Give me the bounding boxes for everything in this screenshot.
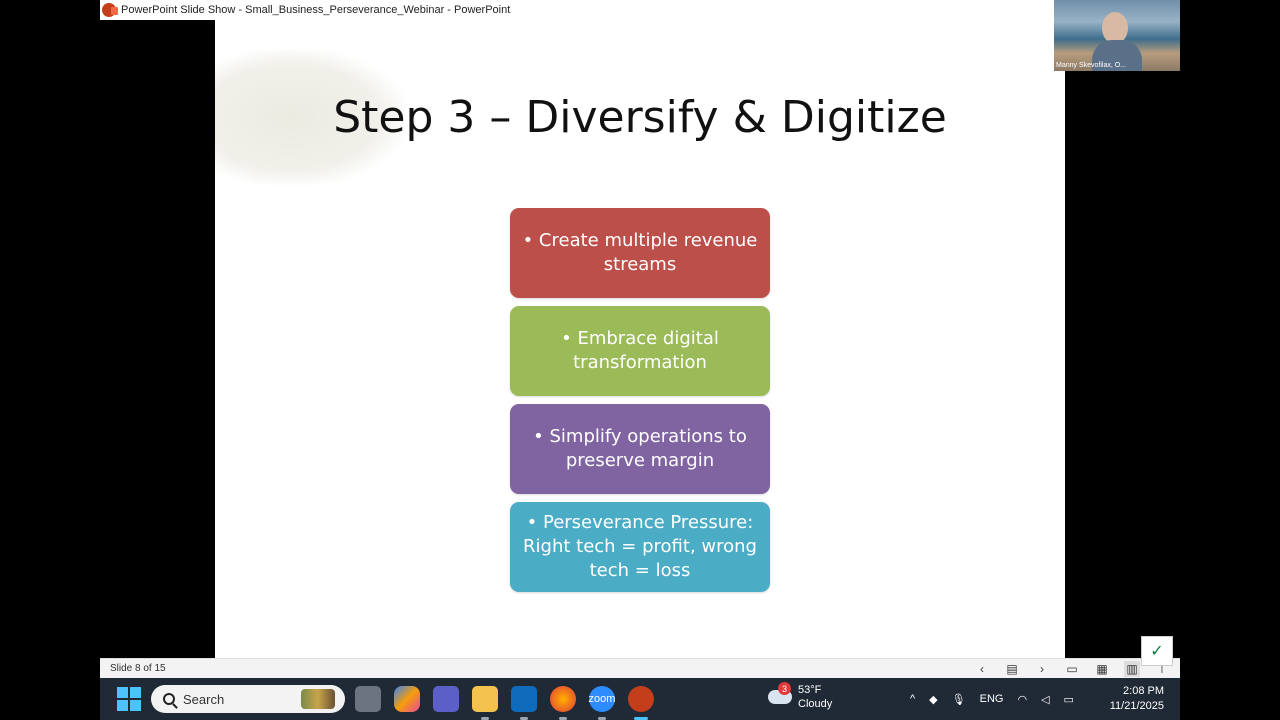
taskbar-apps: zoom xyxy=(355,686,654,720)
teams-icon[interactable] xyxy=(433,686,459,712)
slideshow-area: Step 3 – Diversify & Digitize • Create m… xyxy=(100,20,1180,658)
bullet-box-pressure: • Perseverance Pressure: Right tech = pr… xyxy=(510,502,770,592)
slide-list-icon[interactable]: ▤ xyxy=(1004,661,1020,677)
desktop-screen: PowerPoint Slide Show - Small_Business_P… xyxy=(0,0,1280,720)
search-highlight-icon xyxy=(301,689,335,709)
powerpoint-logo-icon xyxy=(102,3,118,17)
cloud-icon: 3 xyxy=(768,682,792,704)
checkmark-icon[interactable]: ✓ xyxy=(1141,636,1173,666)
microphone-icon[interactable]: 🎙 xyxy=(952,693,966,706)
zoom-icon[interactable]: zoom xyxy=(589,686,615,720)
file-explorer-icon[interactable] xyxy=(472,686,498,720)
search-label: Search xyxy=(183,691,225,707)
windows-taskbar: Search zoom 3 53°F Cloudy ^ ◆ 🎙 ENG ◠ ◁ … xyxy=(100,678,1180,720)
powerpoint-icon[interactable] xyxy=(628,686,654,720)
system-tray: ^ ◆ 🎙 ENG ◠ ◁ ▭ xyxy=(910,678,1074,720)
bullet-box-revenue: • Create multiple revenue streams xyxy=(510,208,770,298)
task-view-icon[interactable] xyxy=(355,686,381,712)
language-indicator[interactable]: ENG xyxy=(980,693,1004,705)
chevron-up-icon[interactable]: ^ xyxy=(910,693,915,705)
slide-counter: Slide 8 of 15 xyxy=(110,663,166,674)
prev-arrow-icon[interactable]: ‹ xyxy=(974,661,990,677)
copilot-icon[interactable] xyxy=(394,686,420,712)
windows-start-icon[interactable] xyxy=(117,687,141,711)
clock-time: 2:08 PM xyxy=(1123,685,1164,697)
weather-badge: 3 xyxy=(778,682,791,695)
slide-sorter-icon[interactable]: ▦ xyxy=(1094,661,1110,677)
window-titlebar: PowerPoint Slide Show - Small_Business_P… xyxy=(100,0,1054,20)
taskbar-clock[interactable]: 2:08 PM 11/21/2025 xyxy=(1110,684,1164,714)
weather-widget[interactable]: 3 53°F Cloudy xyxy=(768,682,833,711)
search-icon xyxy=(163,693,175,705)
firefox-icon[interactable] xyxy=(550,686,576,720)
slide[interactable]: Step 3 – Diversify & Digitize • Create m… xyxy=(215,20,1065,658)
slideshow-statusbar: Slide 8 of 15 ‹ ▤ › ▭ ▦ ▥ ⊤ xyxy=(100,658,1180,678)
weather-temp: 53°F xyxy=(798,684,822,696)
bullet-box-digital: • Embrace digital transformation xyxy=(510,306,770,396)
dropbox-icon[interactable]: ◆ xyxy=(929,693,937,706)
bullet-box-list: • Create multiple revenue streams • Embr… xyxy=(510,208,770,600)
clock-date: 11/21/2025 xyxy=(1109,700,1164,712)
weather-condition: Cloudy xyxy=(798,698,833,710)
wifi-icon[interactable]: ◠ xyxy=(1017,693,1027,706)
outlook-icon[interactable] xyxy=(511,686,537,720)
taskbar-search[interactable]: Search xyxy=(151,685,345,713)
bullet-box-operations: • Simplify operations to preserve margin xyxy=(510,404,770,494)
volume-icon[interactable]: ◁ xyxy=(1041,693,1049,706)
reading-view-icon[interactable]: ▥ xyxy=(1124,661,1140,677)
battery-icon[interactable]: ▭ xyxy=(1064,693,1074,706)
next-arrow-icon[interactable]: › xyxy=(1034,661,1050,677)
normal-view-icon[interactable]: ▭ xyxy=(1064,661,1080,677)
slide-title: Step 3 – Diversify & Digitize xyxy=(333,92,947,143)
participant-name: Manny Skevofilax, O... xyxy=(1056,62,1127,69)
window-title: PowerPoint Slide Show - Small_Business_P… xyxy=(121,4,511,16)
webcam-thumbnail[interactable]: Manny Skevofilax, O... xyxy=(1054,0,1180,71)
